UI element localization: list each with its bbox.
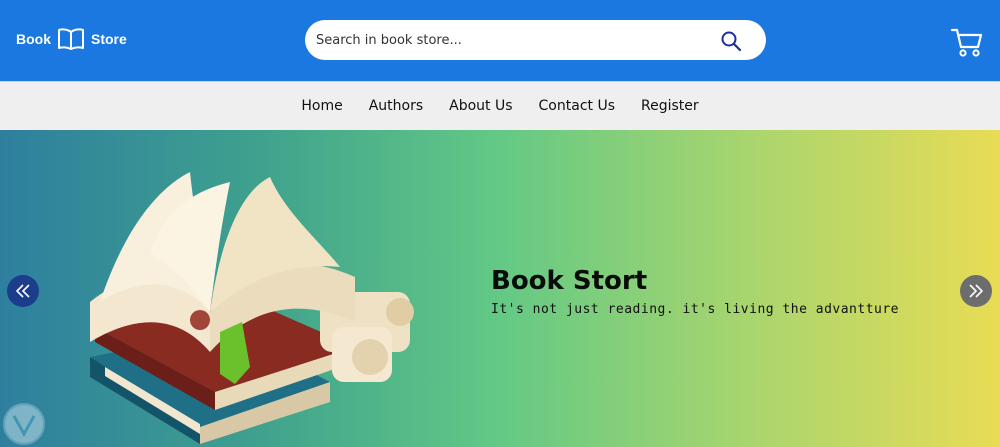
open-book-icon bbox=[58, 28, 84, 50]
nav-authors[interactable]: Authors bbox=[369, 98, 423, 114]
search-icon[interactable] bbox=[720, 30, 742, 52]
cart-icon[interactable] bbox=[950, 26, 984, 58]
hero-subtitle: It's not just reading. it's living the a… bbox=[491, 302, 900, 317]
hero-title: Book Stort bbox=[491, 266, 648, 296]
site-logo[interactable]: Book Store bbox=[16, 27, 127, 51]
hero-carousel: Book Stort It's not just reading. it's l… bbox=[0, 130, 1000, 447]
logo-text-store: Store bbox=[91, 31, 127, 47]
header: Book Store bbox=[0, 0, 1000, 81]
nav-home[interactable]: Home bbox=[301, 98, 342, 114]
book-illustration bbox=[90, 172, 414, 444]
logo-text-book: Book bbox=[16, 31, 51, 47]
main-nav: Home Authors About Us Contact Us Registe… bbox=[0, 81, 1000, 130]
nav-contact-us[interactable]: Contact Us bbox=[539, 98, 615, 114]
watermark-logo bbox=[3, 403, 45, 445]
chevron-left-icon bbox=[15, 284, 30, 298]
search-bar bbox=[305, 20, 766, 60]
search-input[interactable] bbox=[316, 25, 696, 55]
nav-register[interactable]: Register bbox=[641, 98, 699, 114]
carousel-next-button[interactable] bbox=[960, 275, 992, 307]
nav-about-us[interactable]: About Us bbox=[449, 98, 512, 114]
carousel-prev-button[interactable] bbox=[7, 275, 39, 307]
chevron-right-icon bbox=[969, 284, 984, 298]
